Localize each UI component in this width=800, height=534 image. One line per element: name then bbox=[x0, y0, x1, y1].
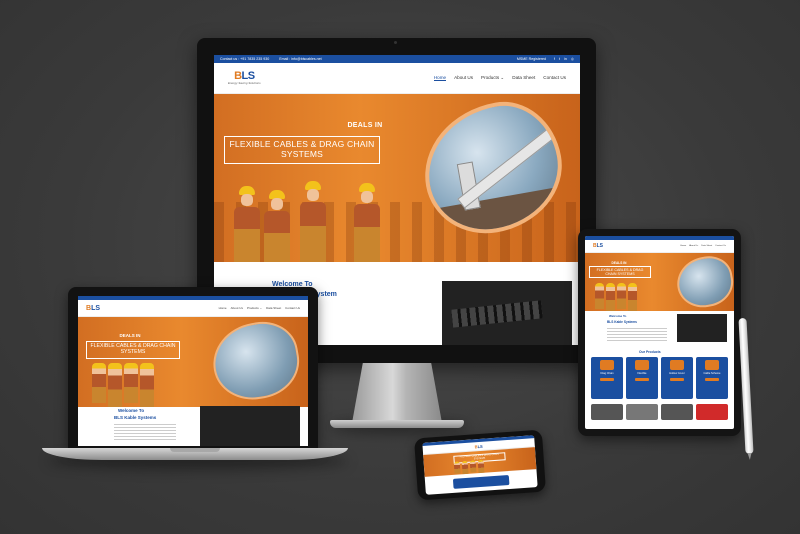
camera-icon bbox=[394, 41, 397, 44]
linkedin-icon[interactable]: in bbox=[564, 57, 567, 61]
contact-text: Contact us : +91 7835 235 930 bbox=[220, 57, 270, 61]
nav-datasheet[interactable]: Data Sheet bbox=[512, 75, 535, 81]
deals-heading: DEALS IN bbox=[347, 122, 383, 129]
laptop-base bbox=[42, 448, 348, 460]
drag-chain-video[interactable] bbox=[442, 281, 572, 345]
phone-screen: BLS FLEXIBLE CABLES & DRAG CHAIN SYSTEMS bbox=[422, 435, 538, 495]
twitter-icon[interactable]: t bbox=[559, 57, 560, 61]
laptop-nav: Home About Us Products ⌄ Data Sheet Cont… bbox=[218, 306, 300, 310]
card-flexible[interactable]: Flexible bbox=[626, 357, 658, 399]
main-navbar: BLS Energy Saving Solutions Home About U… bbox=[214, 63, 580, 94]
phone-device: BLS FLEXIBLE CABLES & DRAG CHAIN SYSTEMS bbox=[413, 429, 547, 501]
our-products-heading: Our Products bbox=[639, 350, 661, 354]
product-cards: Drag Chain Flexible Hollow Cover Cable S… bbox=[591, 357, 728, 399]
email-text[interactable]: Email : info@blscables.net bbox=[279, 57, 321, 61]
logo[interactable]: BLS Energy Saving Solutions bbox=[228, 71, 261, 85]
product-thumbnails bbox=[591, 404, 728, 420]
hero-banner: DEALS IN FLEXIBLE CABLES & DRAG CHAIN SY… bbox=[214, 94, 580, 262]
laptop-hero: DEALS IN FLEXIBLE CABLES & DRAG CHAIN SY… bbox=[78, 317, 308, 407]
tablet-device: BLS Home About Us Data Sheet Contact Us … bbox=[578, 229, 741, 436]
nav-about[interactable]: About Us bbox=[454, 75, 473, 81]
workers-image bbox=[234, 167, 394, 262]
products-heading: FLEXIBLE CABLES & DRAG CHAIN SYSTEMS bbox=[224, 136, 380, 164]
nav-home[interactable]: Home bbox=[433, 75, 447, 81]
facebook-icon[interactable]: f bbox=[554, 57, 555, 61]
imac-base bbox=[330, 420, 464, 428]
imac-stand bbox=[352, 363, 442, 423]
card-drag-chain[interactable]: Drag Chain bbox=[591, 357, 623, 399]
nav-products[interactable]: Products ⌄ bbox=[481, 75, 504, 81]
laptop-video[interactable] bbox=[200, 406, 300, 446]
nav-contact[interactable]: Contact Us bbox=[543, 75, 566, 81]
card-cable-scheme[interactable]: Cable Scheme bbox=[696, 357, 728, 399]
instagram-icon[interactable]: ◎ bbox=[571, 57, 574, 61]
laptop-device: BLS Home About Us Products ⌄ Data Sheet … bbox=[68, 287, 318, 448]
card-hollow-cover[interactable]: Hollow Cover bbox=[661, 357, 693, 399]
social-links: f t in ◎ bbox=[554, 57, 574, 61]
msme-badge: MSME Registered bbox=[516, 57, 547, 61]
nav-menu: Home About Us Products ⌄ Data Sheet Cont… bbox=[433, 75, 566, 81]
top-bar: Contact us : +91 7835 235 930 Email : in… bbox=[214, 55, 580, 63]
tablet-screen: BLS Home About Us Data Sheet Contact Us … bbox=[585, 236, 734, 429]
tablet-hero: DEALS IN FLEXIBLE CABLES & DRAG CHAIN SY… bbox=[585, 253, 734, 311]
laptop-screen: BLS Home About Us Products ⌄ Data Sheet … bbox=[78, 296, 308, 446]
laptop-logo[interactable]: BLS bbox=[86, 305, 100, 312]
logo-tagline: Energy Saving Solutions bbox=[228, 81, 261, 85]
